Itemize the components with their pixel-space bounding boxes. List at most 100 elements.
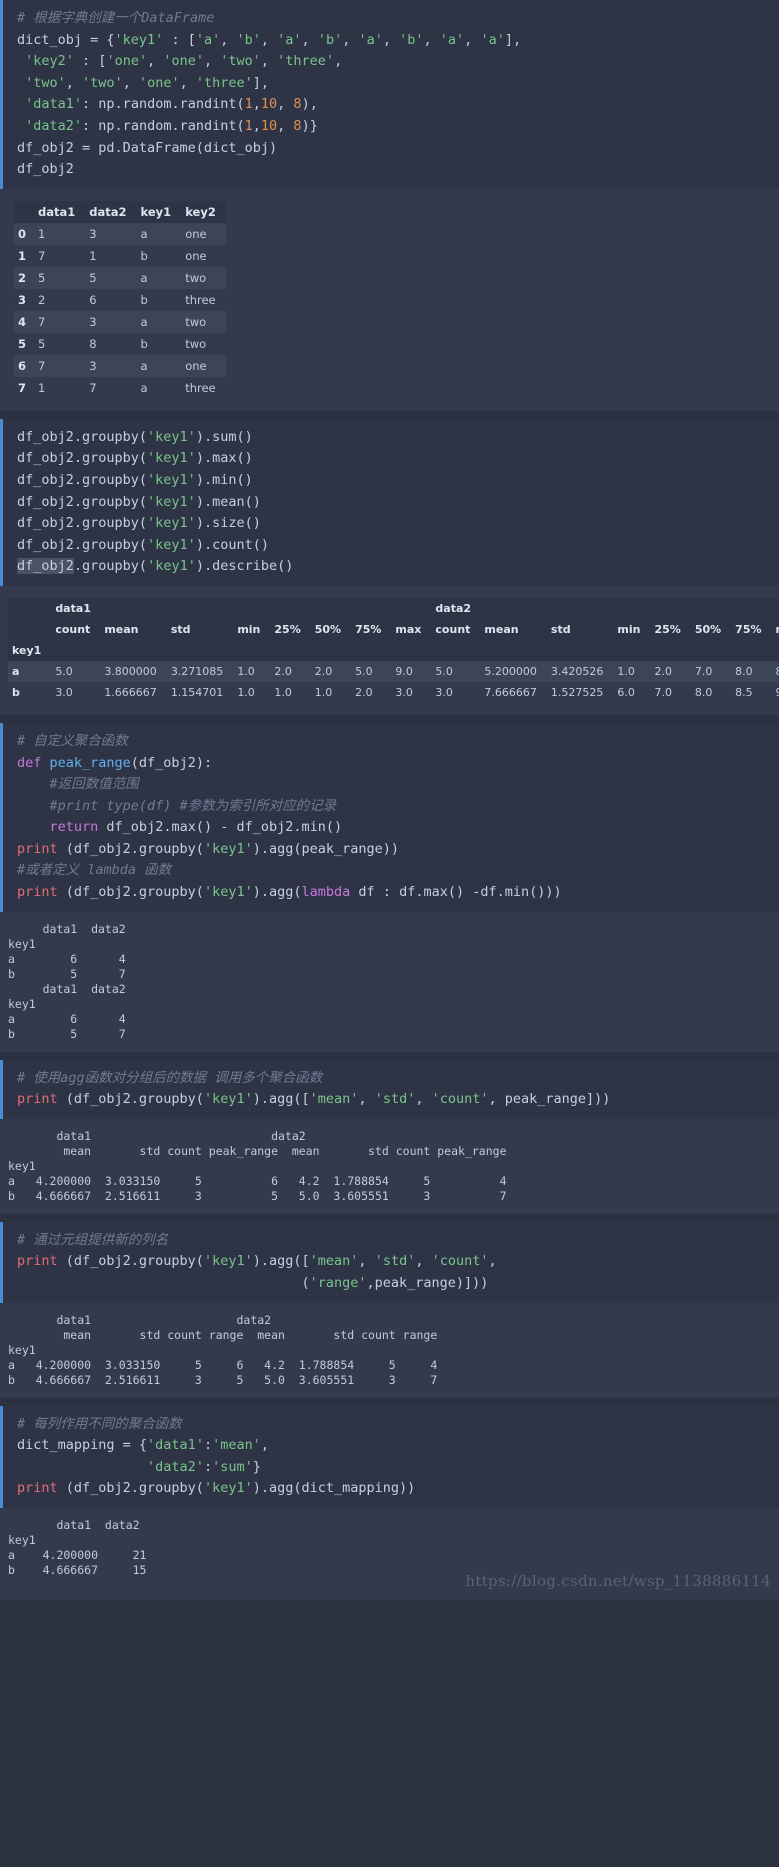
stat-header-count: count: [51, 618, 101, 640]
output-text-tuple-rename: data1 data2 mean std count range mean st…: [0, 1302, 779, 1398]
row-index: 2: [18, 270, 27, 285]
code-cell-multi-agg[interactable]: # 使用agg函数对分组后的数据 调用多个聚合函数 print (df_obj2…: [0, 1059, 779, 1119]
code-line-comment-create-df[interactable]: # 根据字典创建一个DataFrame: [3, 8, 779, 30]
table-row: 1 7 1 b one: [14, 244, 226, 267]
code-line-comment-tuple-rename[interactable]: # 通过元组提供新的列名: [3, 1230, 779, 1252]
code-line-dict-obj-data1[interactable]: 'data1': np.random.randint(1,10, 8),: [3, 94, 779, 116]
output-line: a 4.200000 3.033150 5 6 4.2 1.788854 5 4: [8, 1173, 507, 1188]
code-line-dict-obj-key2a[interactable]: 'key2' : ['one', 'one', 'two', 'three',: [3, 51, 779, 73]
row-index: 4: [18, 314, 27, 329]
code-cell-create-dataframe[interactable]: # 根据字典创建一个DataFrame dict_obj = {'key1' :…: [0, 0, 779, 189]
comment-text: #print type(df) #参数为索引所对应的记录: [17, 797, 337, 814]
code-line-dict-obj-key1[interactable]: dict_obj = {'key1' : ['a', 'b', 'a', 'b'…: [3, 30, 779, 52]
cell-stat: 8.5: [735, 685, 753, 699]
cell-stat: 3.0: [55, 685, 73, 699]
stat-header-std: std: [166, 618, 234, 640]
code-line-comment-return-range[interactable]: #返回数值范围: [3, 774, 779, 796]
column-header-data2: data2: [85, 200, 137, 223]
cell-key2: two: [185, 314, 207, 329]
row-index: 3: [18, 292, 27, 307]
index-corner-cell: [8, 597, 52, 619]
code-cell-tuple-rename[interactable]: # 通过元组提供新的列名 print (df_obj2.groupby('key…: [0, 1221, 779, 1303]
cell-stat: 7.0: [694, 664, 713, 678]
code-line-dict-obj-key2b[interactable]: 'two', 'two', 'one', 'three'],: [3, 73, 779, 95]
code-cell-dict-mapping[interactable]: # 每列作用不同的聚合函数 dict_mapping = {'data1':'m…: [0, 1405, 779, 1508]
group-header-data2: data2: [431, 597, 779, 619]
cell-data2: 5: [89, 270, 97, 285]
code-line-comment-custom-agg[interactable]: # 自定义聚合函数: [3, 731, 779, 753]
code-line-build-df[interactable]: df_obj2 = pd.DataFrame(dict_obj): [3, 138, 779, 160]
stat-header-max: max: [771, 618, 779, 640]
code-line-groupby-mean[interactable]: df_obj2.groupby('key1').mean(): [3, 492, 779, 514]
code-line-groupby-max[interactable]: df_obj2.groupby('key1').max(): [3, 448, 779, 470]
output-line: data1 data2: [8, 1518, 140, 1532]
output-line: key1: [8, 1342, 438, 1357]
cell-data1: 1: [38, 226, 46, 241]
cell-key1: b: [140, 292, 148, 307]
cell-stat: 1.154701: [170, 685, 224, 699]
code-line-dict-obj-data2[interactable]: 'data2': np.random.randint(1,10, 8)}: [3, 116, 779, 138]
code-line-dict-mapping-b[interactable]: 'data2':'sum'}: [3, 1457, 779, 1479]
describe-table: data1 data2 count mean std min 25% 50% 7…: [8, 597, 779, 703]
code-line-dict-mapping-a[interactable]: dict_mapping = {'data1':'mean',: [3, 1435, 779, 1457]
output-line: a 4.200000 21: [8, 1548, 147, 1562]
index-name-key1: key1: [8, 639, 52, 661]
cell-key1: a: [140, 226, 148, 241]
code-line-comment-lambda[interactable]: #或者定义 lambda 函数: [3, 860, 779, 882]
output-line: mean std count range mean std count rang…: [8, 1327, 438, 1342]
code-line-print-agg-lambda[interactable]: print (df_obj2.groupby('key1').agg(lambd…: [3, 882, 779, 904]
cell-data1: 5: [38, 270, 46, 285]
output-line: data1 data2: [8, 921, 126, 936]
code-line-print-dict-mapping[interactable]: print (df_obj2.groupby('key1').agg(dict_…: [3, 1478, 779, 1500]
code-line-return-stmt[interactable]: return df_obj2.max() - df_obj2.min(): [3, 817, 779, 839]
cell-key2: one: [185, 248, 207, 263]
cell-data2: 7: [89, 380, 97, 395]
code-line-groupby-describe[interactable]: df_obj2.groupby('key1').describe(): [3, 556, 779, 578]
selected-text-df-obj2[interactable]: df_obj2: [17, 558, 74, 575]
table-row: 0 1 3 a one: [14, 222, 226, 245]
cell-key2: three: [185, 380, 216, 395]
code-line-groupby-min[interactable]: df_obj2.groupby('key1').min(): [3, 470, 779, 492]
code-line-groupby-sum[interactable]: df_obj2.groupby('key1').sum(): [3, 427, 779, 449]
output-text-dict-mapping: data1 data2 key1 a 4.200000 21 b 4.66666…: [0, 1508, 779, 1600]
cell-stat: 5.0: [355, 664, 373, 678]
cell-data1: 2: [38, 292, 46, 307]
code-cell-peak-range[interactable]: # 自定义聚合函数 def peak_range(df_obj2): #返回数值…: [0, 722, 779, 912]
code-line-print-multi-agg[interactable]: print (df_obj2.groupby('key1').agg(['mea…: [3, 1089, 779, 1111]
stat-header-mean: mean: [480, 618, 547, 640]
code-line-comment-multi-agg[interactable]: # 使用agg函数对分组后的数据 调用多个聚合函数: [3, 1068, 779, 1090]
output-text-peak-range: data1 data2 key1 a 6 4 b 5 7 data1 data2…: [0, 911, 779, 1052]
code-line-print-tuple-agg-a[interactable]: print (df_obj2.groupby('key1').agg(['mea…: [3, 1251, 779, 1273]
cell-data2: 3: [89, 358, 97, 373]
cell-gap: [0, 714, 779, 723]
output-line: a 6 4: [8, 1011, 126, 1026]
code-line-def-peak-range[interactable]: def peak_range(df_obj2):: [3, 753, 779, 775]
code-line-groupby-count[interactable]: df_obj2.groupby('key1').count(): [3, 535, 779, 557]
code-line-show-df[interactable]: df_obj2: [3, 159, 779, 181]
code-line-groupby-size[interactable]: df_obj2.groupby('key1').size(): [3, 513, 779, 535]
output-line: data1 data2: [8, 1128, 306, 1143]
cell-data1: 7: [38, 358, 46, 373]
stat-header-row: count mean std min 25% 50% 75% max count…: [8, 618, 779, 640]
output-line: b 5 7: [8, 1026, 126, 1041]
cell-stat: 3.800000: [104, 664, 157, 678]
code-line-comment-print-type[interactable]: #print type(df) #参数为索引所对应的记录: [3, 796, 779, 818]
code-line-print-agg-peak-range[interactable]: print (df_obj2.groupby('key1').agg(peak_…: [3, 839, 779, 861]
cell-stat: 1.527525: [550, 685, 604, 699]
code-line-print-tuple-agg-b[interactable]: ('range',peak_range)])): [3, 1273, 779, 1295]
output-line: b 4.666667 15: [8, 1563, 147, 1577]
stat-header-mean: mean: [100, 618, 167, 640]
cell-key1: a: [140, 358, 148, 373]
cell-key1: a: [140, 314, 148, 329]
comment-text: # 每列作用不同的聚合函数: [17, 1415, 182, 1432]
cell-key2: one: [185, 358, 207, 373]
cell-data2: 3: [89, 226, 97, 241]
code-line-comment-dict-mapping[interactable]: # 每列作用不同的聚合函数: [3, 1414, 779, 1436]
cell-data1: 5: [38, 336, 46, 351]
row-index: 0: [18, 226, 27, 241]
comment-text: #或者定义 lambda 函数: [17, 862, 172, 879]
row-index: 7: [18, 380, 27, 395]
code-cell-groupby-methods[interactable]: df_obj2.groupby('key1').sum() df_obj2.gr…: [0, 418, 779, 586]
output-line: mean std count peak_range mean std count…: [8, 1143, 507, 1158]
table-row: b 3.0 1.666667 1.154701 1.0 1.0 1.0 2.0 …: [8, 681, 779, 703]
